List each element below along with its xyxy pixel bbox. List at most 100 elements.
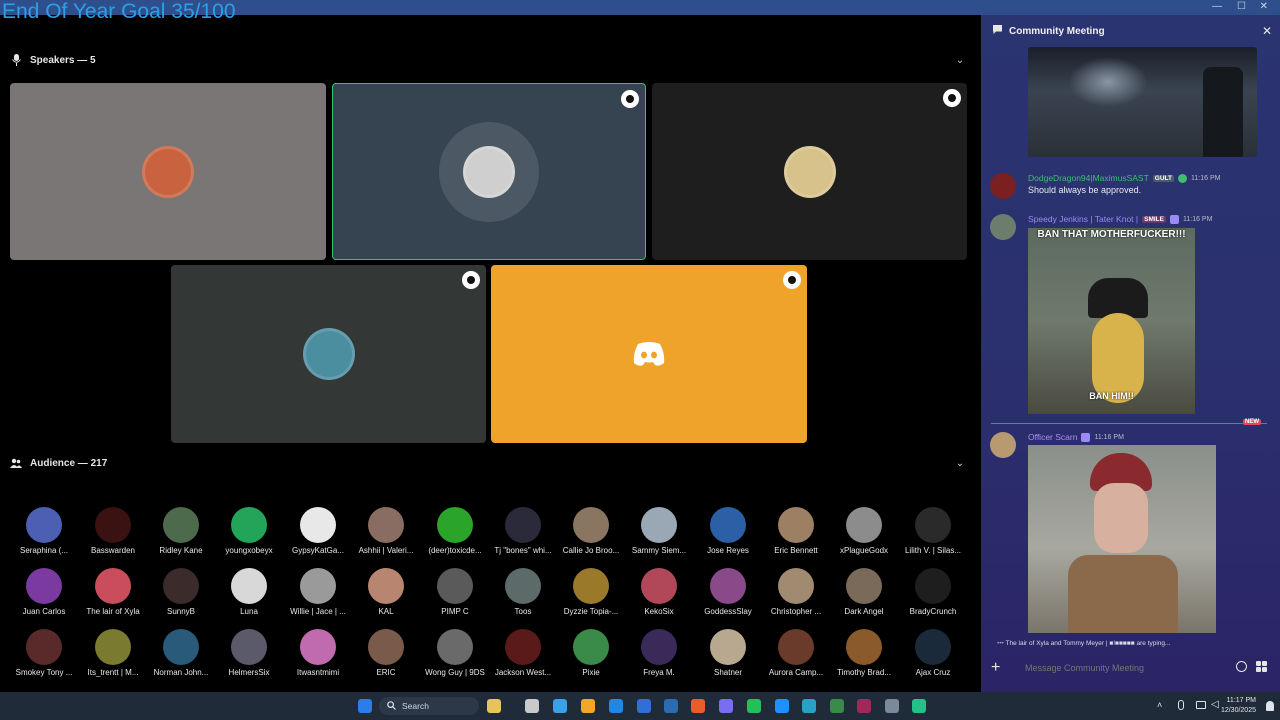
- chevron-up-icon[interactable]: ˄: [1157, 700, 1162, 710]
- avatar[interactable]: [990, 214, 1016, 240]
- chevron-down-icon[interactable]: ⌄: [953, 456, 967, 470]
- audience-member[interactable]: Tj "bones" whi...: [489, 507, 557, 555]
- chat-image-attachment[interactable]: [1028, 47, 1257, 157]
- photos-icon[interactable]: [487, 699, 501, 713]
- audience-member[interactable]: Shatner: [694, 629, 762, 677]
- audience-member[interactable]: KekoSix: [625, 568, 693, 616]
- audience-member[interactable]: GoddessSlay: [694, 568, 762, 616]
- audience-member[interactable]: Jose Reyes: [694, 507, 762, 555]
- audience-member[interactable]: Itwasntmimi: [284, 629, 352, 677]
- audience-member[interactable]: Basswarden: [79, 507, 147, 555]
- audience-member[interactable]: Eric Bennett: [762, 507, 830, 555]
- edge-icon[interactable]: [609, 699, 623, 713]
- chat-message[interactable]: Officer Scarn 11:16 PM: [990, 432, 1270, 633]
- audience-member[interactable]: Ridley Kane: [147, 507, 215, 555]
- calculator-icon[interactable]: [830, 699, 844, 713]
- speaker-tile[interactable]: [171, 265, 486, 443]
- audience-member[interactable]: Lilith V. | Silas...: [899, 507, 967, 555]
- audience-member[interactable]: Wong Guy | 9DS: [421, 629, 489, 677]
- windows-start-icon[interactable]: [358, 699, 372, 713]
- audience-member[interactable]: Toos: [489, 568, 557, 616]
- notification-bell-icon[interactable]: [1266, 701, 1274, 711]
- audience-member[interactable]: GypsyKatGa...: [284, 507, 352, 555]
- valorant-icon[interactable]: [857, 699, 871, 713]
- gif-attachment[interactable]: BAN THAT MOTHERFUCKER!!! BAN HIM!!: [1028, 228, 1195, 414]
- message-input[interactable]: [1025, 659, 1225, 677]
- taskbar-search[interactable]: Search: [379, 697, 479, 715]
- firefox-icon[interactable]: [691, 699, 705, 713]
- stream-status-icon[interactable]: [462, 271, 480, 289]
- file-explorer-icon[interactable]: [581, 699, 595, 713]
- obs-icon[interactable]: [912, 699, 926, 713]
- audience-member[interactable]: (deer)toxicde...: [421, 507, 489, 555]
- message-author[interactable]: Speedy Jenkins | Tater Knot |: [1028, 214, 1138, 224]
- audience-header[interactable]: Audience — 217: [10, 453, 107, 473]
- audience-member[interactable]: BradyCrunch: [899, 568, 967, 616]
- chat-message[interactable]: Speedy Jenkins | Tater Knot | SMILE 11:1…: [990, 214, 1270, 424]
- audience-member[interactable]: Freya M.: [625, 629, 693, 677]
- mail-icon[interactable]: [664, 699, 678, 713]
- spotify-icon[interactable]: [747, 699, 761, 713]
- copilot-icon[interactable]: [553, 699, 567, 713]
- avatar[interactable]: [990, 432, 1016, 458]
- settings-icon[interactable]: [885, 699, 899, 713]
- audience-member[interactable]: KAL: [352, 568, 420, 616]
- message-author[interactable]: DodgeDragon94|MaximusSAST: [1028, 173, 1149, 183]
- audience-member[interactable]: Its_trentt | M...: [79, 629, 147, 677]
- audience-member[interactable]: Pixie: [557, 629, 625, 677]
- steam-icon[interactable]: [775, 699, 789, 713]
- audience-member[interactable]: SunnyB: [147, 568, 215, 616]
- chevron-down-icon[interactable]: ⌄: [953, 53, 967, 67]
- audience-member[interactable]: Sammy Siem...: [625, 507, 693, 555]
- volume-icon[interactable]: ◁: [1211, 699, 1219, 710]
- audience-member[interactable]: Luna: [215, 568, 283, 616]
- close-icon[interactable]: ✕: [1262, 24, 1272, 38]
- network-icon[interactable]: [1196, 701, 1206, 709]
- apps-icon[interactable]: [1256, 661, 1267, 672]
- audience-member[interactable]: Jackson West...: [489, 629, 557, 677]
- chat-message[interactable]: DodgeDragon94|MaximusSAST GULT 11:16 PM …: [990, 173, 1270, 213]
- speaker-tile[interactable]: [652, 83, 967, 260]
- speakers-header[interactable]: Speakers — 5: [10, 50, 96, 70]
- audience-member[interactable]: Seraphina (...: [10, 507, 78, 555]
- audience-member[interactable]: Dyzzie Topia-...: [557, 568, 625, 616]
- audience-member[interactable]: Aurora Camp...: [762, 629, 830, 677]
- stream-status-icon[interactable]: [943, 89, 961, 107]
- audience-member[interactable]: Ajax Cruz: [899, 629, 967, 677]
- avatar[interactable]: [990, 173, 1016, 199]
- maximize-icon[interactable]: ☐: [1237, 1, 1246, 12]
- audience-member-name: Norman John...: [153, 668, 209, 677]
- audience-member[interactable]: Christopher ...: [762, 568, 830, 616]
- microphone-tray-icon[interactable]: [1178, 700, 1184, 710]
- add-attachment-icon[interactable]: +: [991, 659, 1011, 677]
- window-close-icon[interactable]: ✕: [1260, 1, 1268, 12]
- gif-attachment[interactable]: [1028, 445, 1216, 633]
- audience-member[interactable]: Callie Jo Broo...: [557, 507, 625, 555]
- audience-member[interactable]: Norman John...: [147, 629, 215, 677]
- emoji-icon[interactable]: [1236, 661, 1247, 672]
- audience-member[interactable]: PIMP C: [421, 568, 489, 616]
- taskbar-clock[interactable]: 11:17 PM 12/30/2025: [1221, 696, 1256, 716]
- audience-member[interactable]: Timothy Brad...: [830, 629, 898, 677]
- discord-icon[interactable]: [719, 699, 733, 713]
- terminal-icon[interactable]: [802, 699, 816, 713]
- speaker-tile[interactable]: [332, 83, 646, 260]
- audience-member[interactable]: HelmersSix: [215, 629, 283, 677]
- audience-member[interactable]: xPlagueGodx: [830, 507, 898, 555]
- stream-status-icon[interactable]: [783, 271, 801, 289]
- audience-member[interactable]: Dark Angel: [830, 568, 898, 616]
- audience-member[interactable]: Smokey Tony ...: [10, 629, 78, 677]
- audience-member[interactable]: Ashhii | Valeri...: [352, 507, 420, 555]
- audience-member[interactable]: The lair of Xyla: [79, 568, 147, 616]
- minimize-icon[interactable]: —: [1212, 1, 1222, 12]
- store-icon[interactable]: [637, 699, 651, 713]
- message-author[interactable]: Officer Scarn: [1028, 432, 1077, 442]
- audience-member[interactable]: youngxobeyx: [215, 507, 283, 555]
- audience-member[interactable]: Juan Carlos: [10, 568, 78, 616]
- task-view-icon[interactable]: [525, 699, 539, 713]
- speaker-tile[interactable]: [10, 83, 326, 260]
- audience-member[interactable]: Willie | Jace | ...: [284, 568, 352, 616]
- speaker-tile[interactable]: [491, 265, 807, 443]
- stream-status-icon[interactable]: [621, 90, 639, 108]
- audience-member[interactable]: ERIC: [352, 629, 420, 677]
